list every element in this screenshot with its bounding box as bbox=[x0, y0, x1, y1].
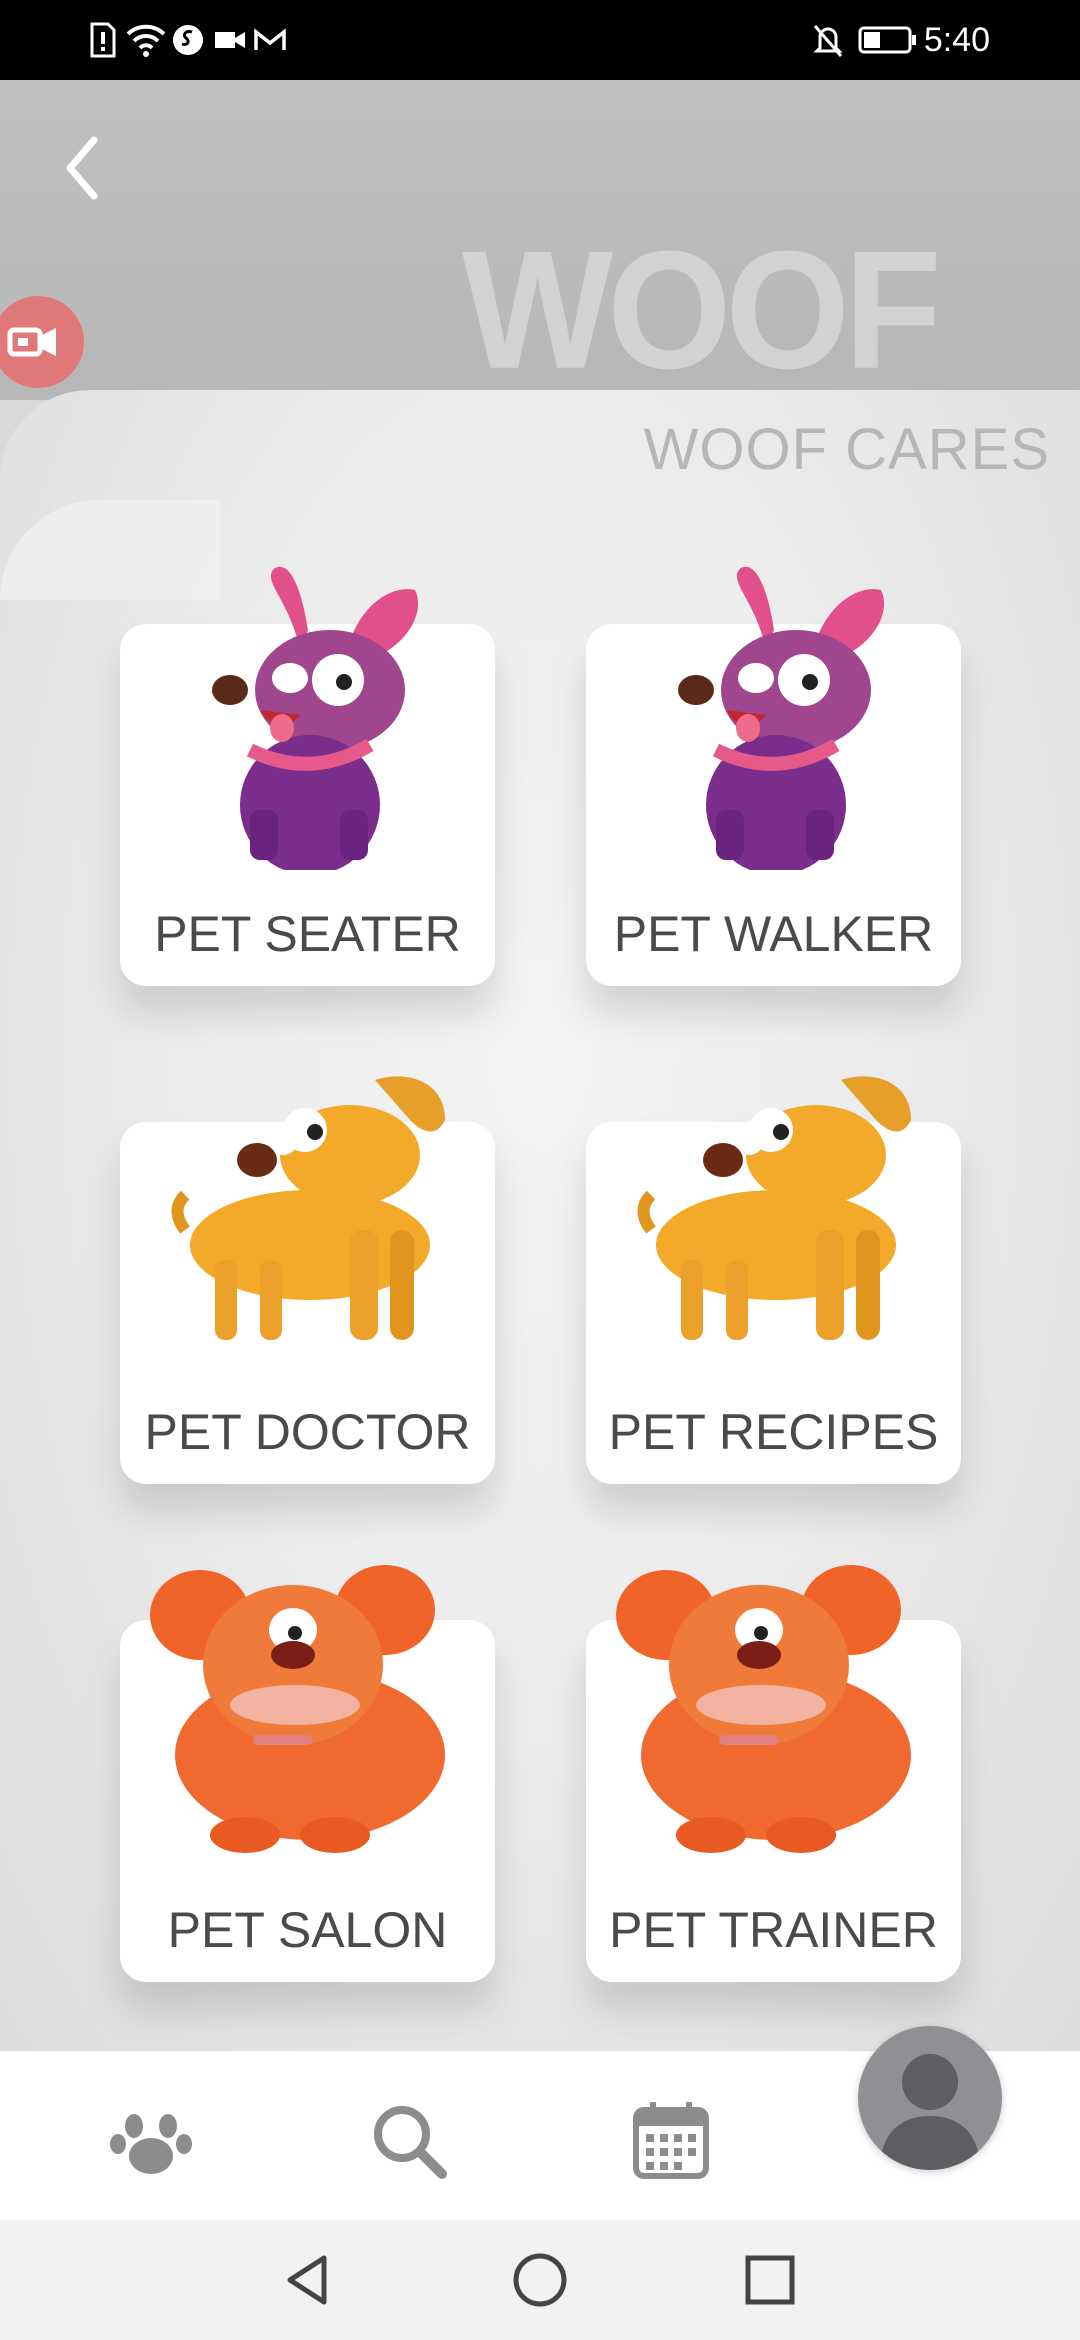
page-title: WOOF CARES bbox=[643, 417, 1050, 482]
gmail-icon bbox=[254, 28, 286, 50]
yellow-dog-icon bbox=[637, 1076, 911, 1340]
shazam-icon bbox=[173, 25, 203, 55]
sim-alert-icon bbox=[90, 22, 116, 58]
video-camera-icon bbox=[7, 327, 56, 357]
search-icon[interactable] bbox=[364, 2096, 454, 2186]
orange-bulldog-icon bbox=[616, 1565, 911, 1853]
status-time: 5:40 bbox=[923, 21, 990, 59]
mute-icon bbox=[813, 25, 843, 57]
calendar-icon[interactable] bbox=[626, 2096, 716, 2186]
user-silhouette-icon bbox=[880, 2054, 980, 2170]
battery-icon bbox=[858, 26, 916, 54]
purple-dog-icon bbox=[212, 566, 419, 870]
back-arrow-icon[interactable] bbox=[52, 128, 112, 208]
video-icon bbox=[215, 32, 245, 48]
card-label: PET WALKER bbox=[613, 906, 934, 962]
yellow-dog-icon bbox=[171, 1076, 445, 1340]
card-label: PET TRAINER bbox=[609, 1902, 938, 1958]
status-bar: 5:40 bbox=[0, 0, 1080, 80]
wifi-icon bbox=[126, 24, 166, 57]
home-icon[interactable] bbox=[510, 2250, 570, 2310]
brand-watermark: WOOF bbox=[462, 215, 942, 404]
purple-dog-icon bbox=[678, 566, 885, 870]
card-label: PET DOCTOR bbox=[144, 1404, 471, 1460]
system-navigation-bar bbox=[0, 2220, 1080, 2340]
paw-icon[interactable] bbox=[106, 2096, 196, 2186]
card-label: PET RECIPES bbox=[608, 1404, 939, 1460]
orange-bulldog-icon bbox=[150, 1565, 445, 1853]
card-label: PET SEATER bbox=[154, 906, 461, 962]
screen-record-button[interactable] bbox=[0, 296, 84, 388]
profile-avatar[interactable] bbox=[858, 2026, 1002, 2170]
recents-icon[interactable] bbox=[740, 2250, 800, 2310]
back-icon[interactable] bbox=[278, 2250, 338, 2310]
card-label: PET SALON bbox=[167, 1902, 448, 1958]
